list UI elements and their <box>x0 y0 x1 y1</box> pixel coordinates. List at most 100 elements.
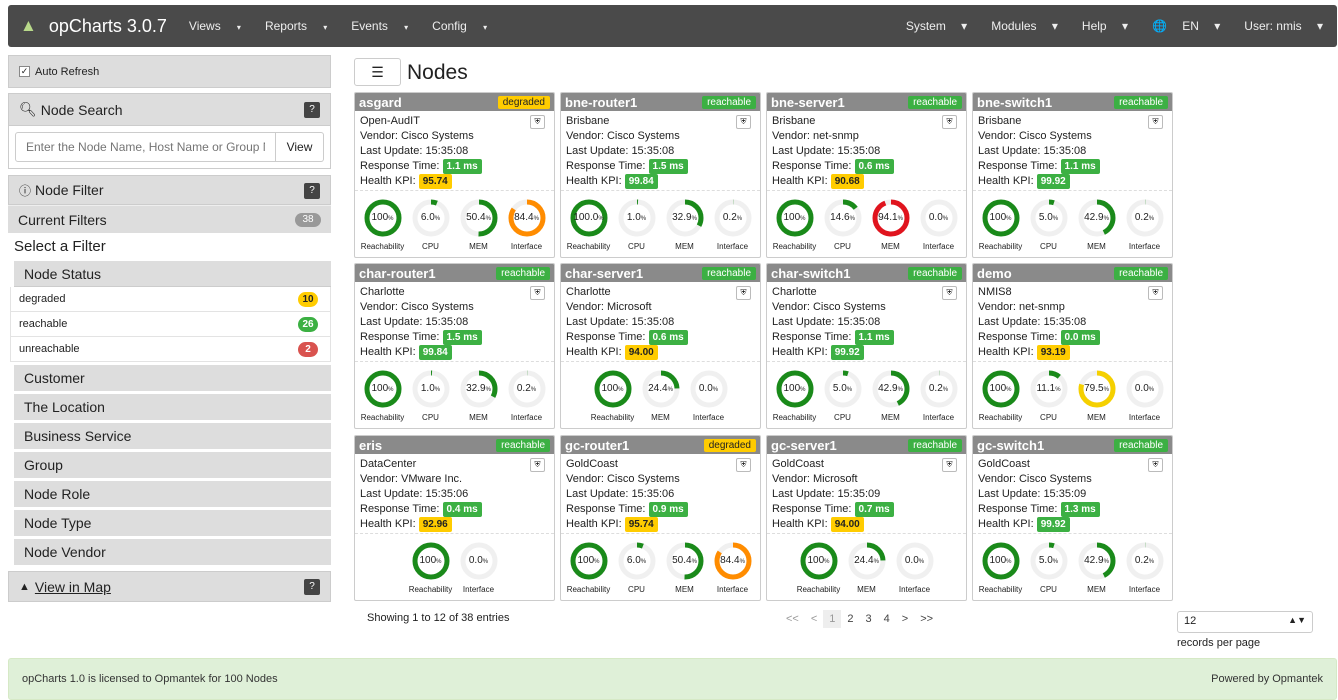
status-filter-unreachable[interactable]: unreachable 2 <box>10 337 331 362</box>
status-badge: degraded <box>497 96 550 109</box>
gauge-mem: 42.9% MEM <box>867 368 915 422</box>
node-card[interactable]: char-switch1 reachable ⛨ Charlotte Vendor: C… <box>766 263 967 429</box>
node-name[interactable]: char-server1 <box>565 266 643 281</box>
node-card[interactable]: char-router1 reachable ⛨ Charlotte Vendor: C… <box>354 263 555 429</box>
status-filter-degraded[interactable]: degraded 10 <box>10 287 331 312</box>
node-health-kpi: Health KPI: 94.00 <box>772 517 961 532</box>
node-location: Brisbane <box>566 115 610 127</box>
view-button[interactable]: View <box>276 132 324 162</box>
node-response-time: Response Time: 1.1 ms <box>978 159 1167 174</box>
gauge-value: 84.4% <box>514 212 539 223</box>
node-card[interactable]: asgard degraded ⛨ Open-AudIT Vendor: Cisco S… <box>354 92 555 258</box>
node-card[interactable]: gc-server1 reachable ⛨ GoldCoast Vendor: Mic… <box>766 435 967 601</box>
page-next[interactable]: > <box>896 610 914 628</box>
node-card[interactable]: eris reachable ⛨ DataCenter Vendor: VMware I… <box>354 435 555 601</box>
node-name[interactable]: char-router1 <box>359 266 436 281</box>
page-last[interactable]: >> <box>914 610 939 628</box>
node-card[interactable]: demo reachable ⛨ NMIS8 Vendor: net-snmp Last … <box>972 263 1173 429</box>
page-4[interactable]: 4 <box>878 610 896 628</box>
node-card[interactable]: bne-server1 reachable ⛨ Brisbane Vendor: net… <box>766 92 967 258</box>
shield-icon[interactable]: ⛨ <box>530 115 545 129</box>
shield-icon[interactable]: ⛨ <box>1148 458 1163 472</box>
filter-category[interactable]: Node Role <box>14 481 331 507</box>
license-text: opCharts 1.0 is licensed to Opmantek for… <box>22 673 278 685</box>
shield-icon[interactable]: ⛨ <box>1148 115 1163 129</box>
node-card[interactable]: char-server1 reachable ⛨ Charlotte Vendor: M… <box>560 263 761 429</box>
node-card[interactable]: gc-router1 degraded ⛨ GoldCoast Vendor: Cisc… <box>560 435 761 601</box>
page-3[interactable]: 3 <box>860 610 878 628</box>
help-icon[interactable]: ? <box>304 183 320 199</box>
page-first[interactable]: << <box>780 610 805 628</box>
shield-icon[interactable]: ⛨ <box>736 286 751 300</box>
gauge-label: Interface <box>1128 242 1161 251</box>
node-search-input[interactable] <box>15 132 276 162</box>
filter-category[interactable]: Node Type <box>14 510 331 536</box>
page-prev[interactable]: < <box>805 610 823 628</box>
menu-help[interactable]: Help ▾ <box>1070 19 1128 33</box>
menu-config[interactable]: Config ▾ <box>432 19 499 33</box>
node-last-update: Last Update: 15:35:08 <box>978 145 1087 157</box>
node-health-kpi: Health KPI: 99.84 <box>566 174 755 189</box>
shield-icon[interactable]: ⛨ <box>942 286 957 300</box>
current-filters[interactable]: Current Filters 38 <box>8 205 331 233</box>
node-card[interactable]: bne-switch1 reachable ⛨ Brisbane Vendor: Cis… <box>972 92 1173 258</box>
auto-refresh-toggle[interactable]: ✓ Auto Refresh <box>8 55 331 88</box>
node-name[interactable]: char-switch1 <box>771 266 850 281</box>
shield-icon[interactable]: ⛨ <box>530 286 545 300</box>
view-in-map[interactable]: ▲ View in Map ? <box>8 571 331 602</box>
node-card[interactable]: gc-switch1 reachable ⛨ GoldCoast Vendor: Cis… <box>972 435 1173 601</box>
menu-user[interactable]: User: nmis ▾ <box>1232 19 1323 33</box>
gauge-label: MEM <box>1087 585 1106 594</box>
filter-category[interactable]: Node Vendor <box>14 539 331 565</box>
node-health-kpi: Health KPI: 92.96 <box>360 517 549 532</box>
shield-icon[interactable]: ⛨ <box>1148 286 1163 300</box>
menu-system[interactable]: System ▾ <box>894 19 967 33</box>
node-health-kpi: Health KPI: 99.92 <box>978 174 1167 189</box>
node-name[interactable]: gc-switch1 <box>977 438 1044 453</box>
node-name[interactable]: bne-router1 <box>565 95 637 110</box>
auto-refresh-checkbox[interactable]: ✓ <box>19 66 30 77</box>
node-name[interactable]: demo <box>977 266 1012 281</box>
status-badge: degraded <box>703 439 756 452</box>
node-name[interactable]: gc-router1 <box>565 438 629 453</box>
menu-reports[interactable]: Reports ▾ <box>265 19 339 33</box>
node-location: GoldCoast <box>772 458 824 470</box>
node-name[interactable]: asgard <box>359 95 402 110</box>
per-page-select[interactable]: 12 ▲▼ <box>1177 611 1313 633</box>
menu-modules[interactable]: Modules ▾ <box>979 19 1058 33</box>
search-box: View <box>8 126 331 169</box>
page-2[interactable]: 2 <box>841 610 859 628</box>
page-1[interactable]: 1 <box>823 610 842 628</box>
node-name[interactable]: eris <box>359 438 382 453</box>
brand[interactable]: ▲ opCharts 3.0.7 <box>20 16 167 37</box>
gauge-label: MEM <box>1087 413 1106 422</box>
status-badge: reachable <box>702 267 756 280</box>
menu-views[interactable]: Views ▾ <box>189 19 253 33</box>
node-name[interactable]: gc-server1 <box>771 438 837 453</box>
gauge-value: 79.5% <box>1084 383 1109 394</box>
menu-events[interactable]: Events ▾ <box>351 19 420 33</box>
status-label: degraded <box>19 293 66 305</box>
shield-icon[interactable]: ⛨ <box>530 458 545 472</box>
node-card[interactable]: bne-router1 reachable ⛨ Brisbane Vendor: Cis… <box>560 92 761 258</box>
node-name[interactable]: bne-switch1 <box>977 95 1052 110</box>
menu-toggle-button[interactable]: ☰ <box>354 58 401 86</box>
menu-language[interactable]: 🌐 EN ▾ <box>1140 19 1220 33</box>
shield-icon[interactable]: ⛨ <box>736 115 751 129</box>
filter-category[interactable]: The Location <box>14 394 331 420</box>
view-in-map-link[interactable]: View in Map <box>35 579 111 595</box>
help-icon[interactable]: ? <box>304 579 320 595</box>
shield-icon[interactable]: ⛨ <box>736 458 751 472</box>
gauge-interface: 84.4% Interface <box>709 540 757 594</box>
filter-category[interactable]: Customer <box>14 365 331 391</box>
node-last-update: Last Update: 15:35:08 <box>566 145 675 157</box>
status-filter-reachable[interactable]: reachable 26 <box>10 312 331 337</box>
node-name[interactable]: bne-server1 <box>771 95 845 110</box>
gauge-label: MEM <box>857 585 876 594</box>
filter-category[interactable]: Group <box>14 452 331 478</box>
help-icon[interactable]: ? <box>304 102 320 118</box>
filter-category[interactable]: Business Service <box>14 423 331 449</box>
shield-icon[interactable]: ⛨ <box>942 458 957 472</box>
shield-icon[interactable]: ⛨ <box>942 115 957 129</box>
filter-node-status[interactable]: Node Status <box>14 261 331 287</box>
